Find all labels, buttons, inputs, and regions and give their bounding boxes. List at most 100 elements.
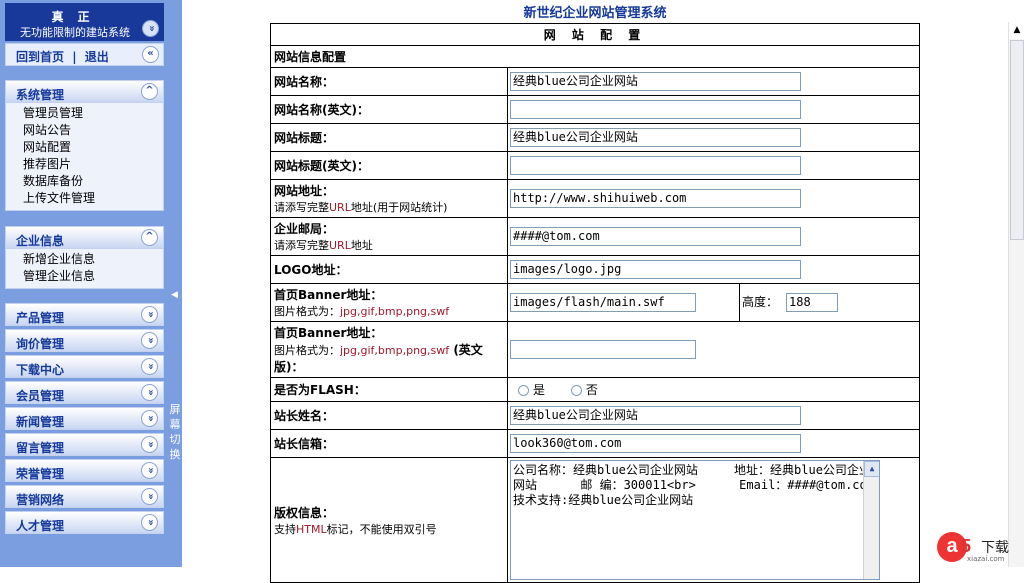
- menu-company: 企业信息 ^ 新增企业信息 管理企业信息: [5, 226, 164, 289]
- chevron-down-icon[interactable]: »: [141, 462, 158, 479]
- chevron-down-icon[interactable]: »: [141, 410, 158, 427]
- email-hint-tail: 地址: [350, 239, 373, 252]
- menu-label: 产品管理: [16, 311, 65, 325]
- banner-en-hint: 图片格式为：: [274, 344, 340, 357]
- sidebar-subtitle: 无功能限制的建站系统: [20, 26, 130, 39]
- menu-company-header[interactable]: 企业信息 ^: [5, 226, 164, 249]
- site-name-label: 网站名称：: [274, 75, 335, 89]
- menu-system-label: 系统管理: [16, 88, 65, 102]
- arrow-left-icon[interactable]: ◀: [171, 290, 178, 300]
- collapse-icon[interactable]: «: [142, 46, 159, 63]
- section-title: 网站信息配置: [270, 45, 920, 68]
- chevron-down-icon[interactable]: »: [141, 306, 158, 323]
- menu-members[interactable]: 会员管理 »: [5, 381, 164, 404]
- menu-news[interactable]: 新闻管理 »: [5, 407, 164, 430]
- banner-en-input[interactable]: [510, 340, 696, 359]
- copyright-textarea[interactable]: 公司名称：经典blue公司企业网站 地址：经典blue公司企业网站 邮 编：30…: [510, 460, 880, 580]
- menu-label: 荣誉管理: [16, 467, 65, 481]
- is-flash-label: 是否为FLASH：: [274, 383, 366, 397]
- watermark-logo: a 5 下载 xiazai.com: [937, 532, 1017, 564]
- main-content: 新世纪企业网站管理系统 网 站 配 置 网站信息配置 网站名称： 经典blue公…: [182, 0, 1008, 583]
- sidebar: 真 正 无功能限制的建站系统 » 回到首页 | 退出 « 系统管理 ^ 管理员管…: [0, 0, 168, 567]
- owner-email-label: 站长信箱：: [274, 437, 335, 451]
- menu-item-config[interactable]: 网站配置: [23, 139, 163, 156]
- menu-marketing[interactable]: 营销网络 »: [5, 485, 164, 508]
- menu-label: 会员管理: [16, 389, 65, 403]
- menu-item-add-company[interactable]: 新增企业信息: [23, 251, 163, 268]
- menu-item-manage-company[interactable]: 管理企业信息: [23, 268, 163, 285]
- menu-system: 系统管理 ^ 管理员管理 网站公告 网站配置 推荐图片 数据库备份 上传文件管理: [5, 80, 164, 211]
- menu-item-notice[interactable]: 网站公告: [23, 122, 163, 139]
- site-url-label: 网站地址：: [274, 184, 335, 198]
- menu-item-backup[interactable]: 数据库备份: [23, 173, 163, 190]
- site-name-en-label: 网站名称(英文)：: [274, 103, 369, 117]
- screen-switch-label[interactable]: 屏幕切换: [169, 402, 181, 462]
- menu-label: 人才管理: [16, 519, 65, 533]
- chevron-down-icon[interactable]: »: [141, 436, 158, 453]
- chevron-down-icon[interactable]: »: [141, 332, 158, 349]
- copyright-label: 版权信息：: [274, 505, 335, 520]
- logo-input[interactable]: images/logo.jpg: [510, 260, 801, 279]
- home-bar: 回到首页 | 退出 «: [5, 43, 164, 66]
- site-name-en-input[interactable]: [510, 100, 801, 119]
- menu-label: 营销网络: [16, 493, 65, 507]
- menu-label: 新闻管理: [16, 415, 65, 429]
- banner-height-label: 高度：: [742, 295, 779, 309]
- flash-no-radio[interactable]: [570, 385, 582, 396]
- menu-guestbook[interactable]: 留言管理 »: [5, 433, 164, 456]
- chevron-down-icon[interactable]: »: [141, 384, 158, 401]
- watermark-url: xiazai.com: [967, 555, 1005, 563]
- chevron-down-icon[interactable]: »: [141, 488, 158, 505]
- menu-system-header[interactable]: 系统管理 ^: [5, 80, 164, 103]
- menu-label: 询价管理: [16, 337, 65, 351]
- banner-hint-formats: jpg,gif,bmp,png,swf: [340, 305, 450, 318]
- menu-downloads[interactable]: 下载中心 »: [5, 355, 164, 378]
- screen-switch-bar[interactable]: ◀ 屏幕切换: [168, 0, 182, 567]
- copyright-hint-tail: 标记，不能使用双引号: [326, 522, 437, 536]
- menu-inquiry[interactable]: 询价管理 »: [5, 329, 164, 352]
- owner-name-input[interactable]: 经典blue公司企业网站: [510, 406, 801, 425]
- chevron-down-icon[interactable]: »: [141, 514, 158, 531]
- menu-honors[interactable]: 荣誉管理 »: [5, 459, 164, 482]
- chevron-up-icon[interactable]: ^: [141, 229, 158, 246]
- banner-input[interactable]: images/flash/main.swf: [510, 293, 696, 312]
- menu-item-admin[interactable]: 管理员管理: [23, 105, 163, 122]
- scrollbar-thumb[interactable]: [1010, 40, 1024, 240]
- site-title-input[interactable]: 经典blue公司企业网站: [510, 128, 801, 147]
- site-title-label: 网站标题：: [274, 131, 335, 145]
- site-title-en-input[interactable]: [510, 156, 801, 175]
- scroll-up-icon[interactable]: ▲: [864, 461, 879, 477]
- logout-link[interactable]: 退出: [85, 50, 109, 64]
- home-link[interactable]: 回到首页: [16, 50, 64, 64]
- site-url-hint-url: URL: [329, 201, 351, 214]
- sidebar-toggle-icon[interactable]: »: [142, 20, 159, 37]
- menu-company-label: 企业信息: [16, 234, 65, 248]
- email-input[interactable]: ####@tom.com: [510, 227, 801, 246]
- site-title-en-label: 网站标题(英文)：: [274, 159, 369, 173]
- logo-label: LOGO地址：: [274, 263, 348, 277]
- site-url-hint: 请添写完整: [274, 201, 329, 214]
- menu-item-images[interactable]: 推荐图片: [23, 156, 163, 173]
- table-title: 网 站 配 置: [270, 23, 920, 46]
- menu-talent[interactable]: 人才管理 »: [5, 511, 164, 534]
- site-name-input[interactable]: 经典blue公司企业网站: [510, 72, 801, 91]
- owner-email-input[interactable]: look360@tom.com: [510, 434, 801, 453]
- chevron-up-icon[interactable]: ^: [141, 83, 158, 100]
- watermark-text: 下载: [981, 540, 1009, 556]
- menu-products[interactable]: 产品管理 »: [5, 303, 164, 326]
- site-url-hint-tail: 地址(用于网站统计): [350, 201, 448, 214]
- banner-hint: 图片格式为：: [274, 305, 340, 318]
- email-label: 企业邮局：: [274, 222, 335, 236]
- page-scrollbar[interactable]: ▲: [1008, 22, 1024, 567]
- site-url-input[interactable]: http://www.shihuiweb.com: [510, 189, 801, 208]
- sidebar-header: 真 正 无功能限制的建站系统 »: [5, 3, 164, 41]
- sidebar-title: 真 正: [51, 10, 91, 24]
- scroll-up-icon[interactable]: ▲: [1009, 22, 1024, 39]
- flash-yes-radio[interactable]: [518, 385, 529, 396]
- banner-height-input[interactable]: 188: [786, 293, 839, 312]
- textarea-scrollbar[interactable]: ▲: [863, 461, 879, 579]
- menu-item-uploads[interactable]: 上传文件管理: [23, 190, 163, 207]
- chevron-down-icon[interactable]: »: [141, 358, 158, 375]
- config-table: 网 站 配 置 网站信息配置 网站名称： 经典blue公司企业网站 网站名称(英…: [270, 23, 920, 583]
- separator: |: [72, 50, 77, 64]
